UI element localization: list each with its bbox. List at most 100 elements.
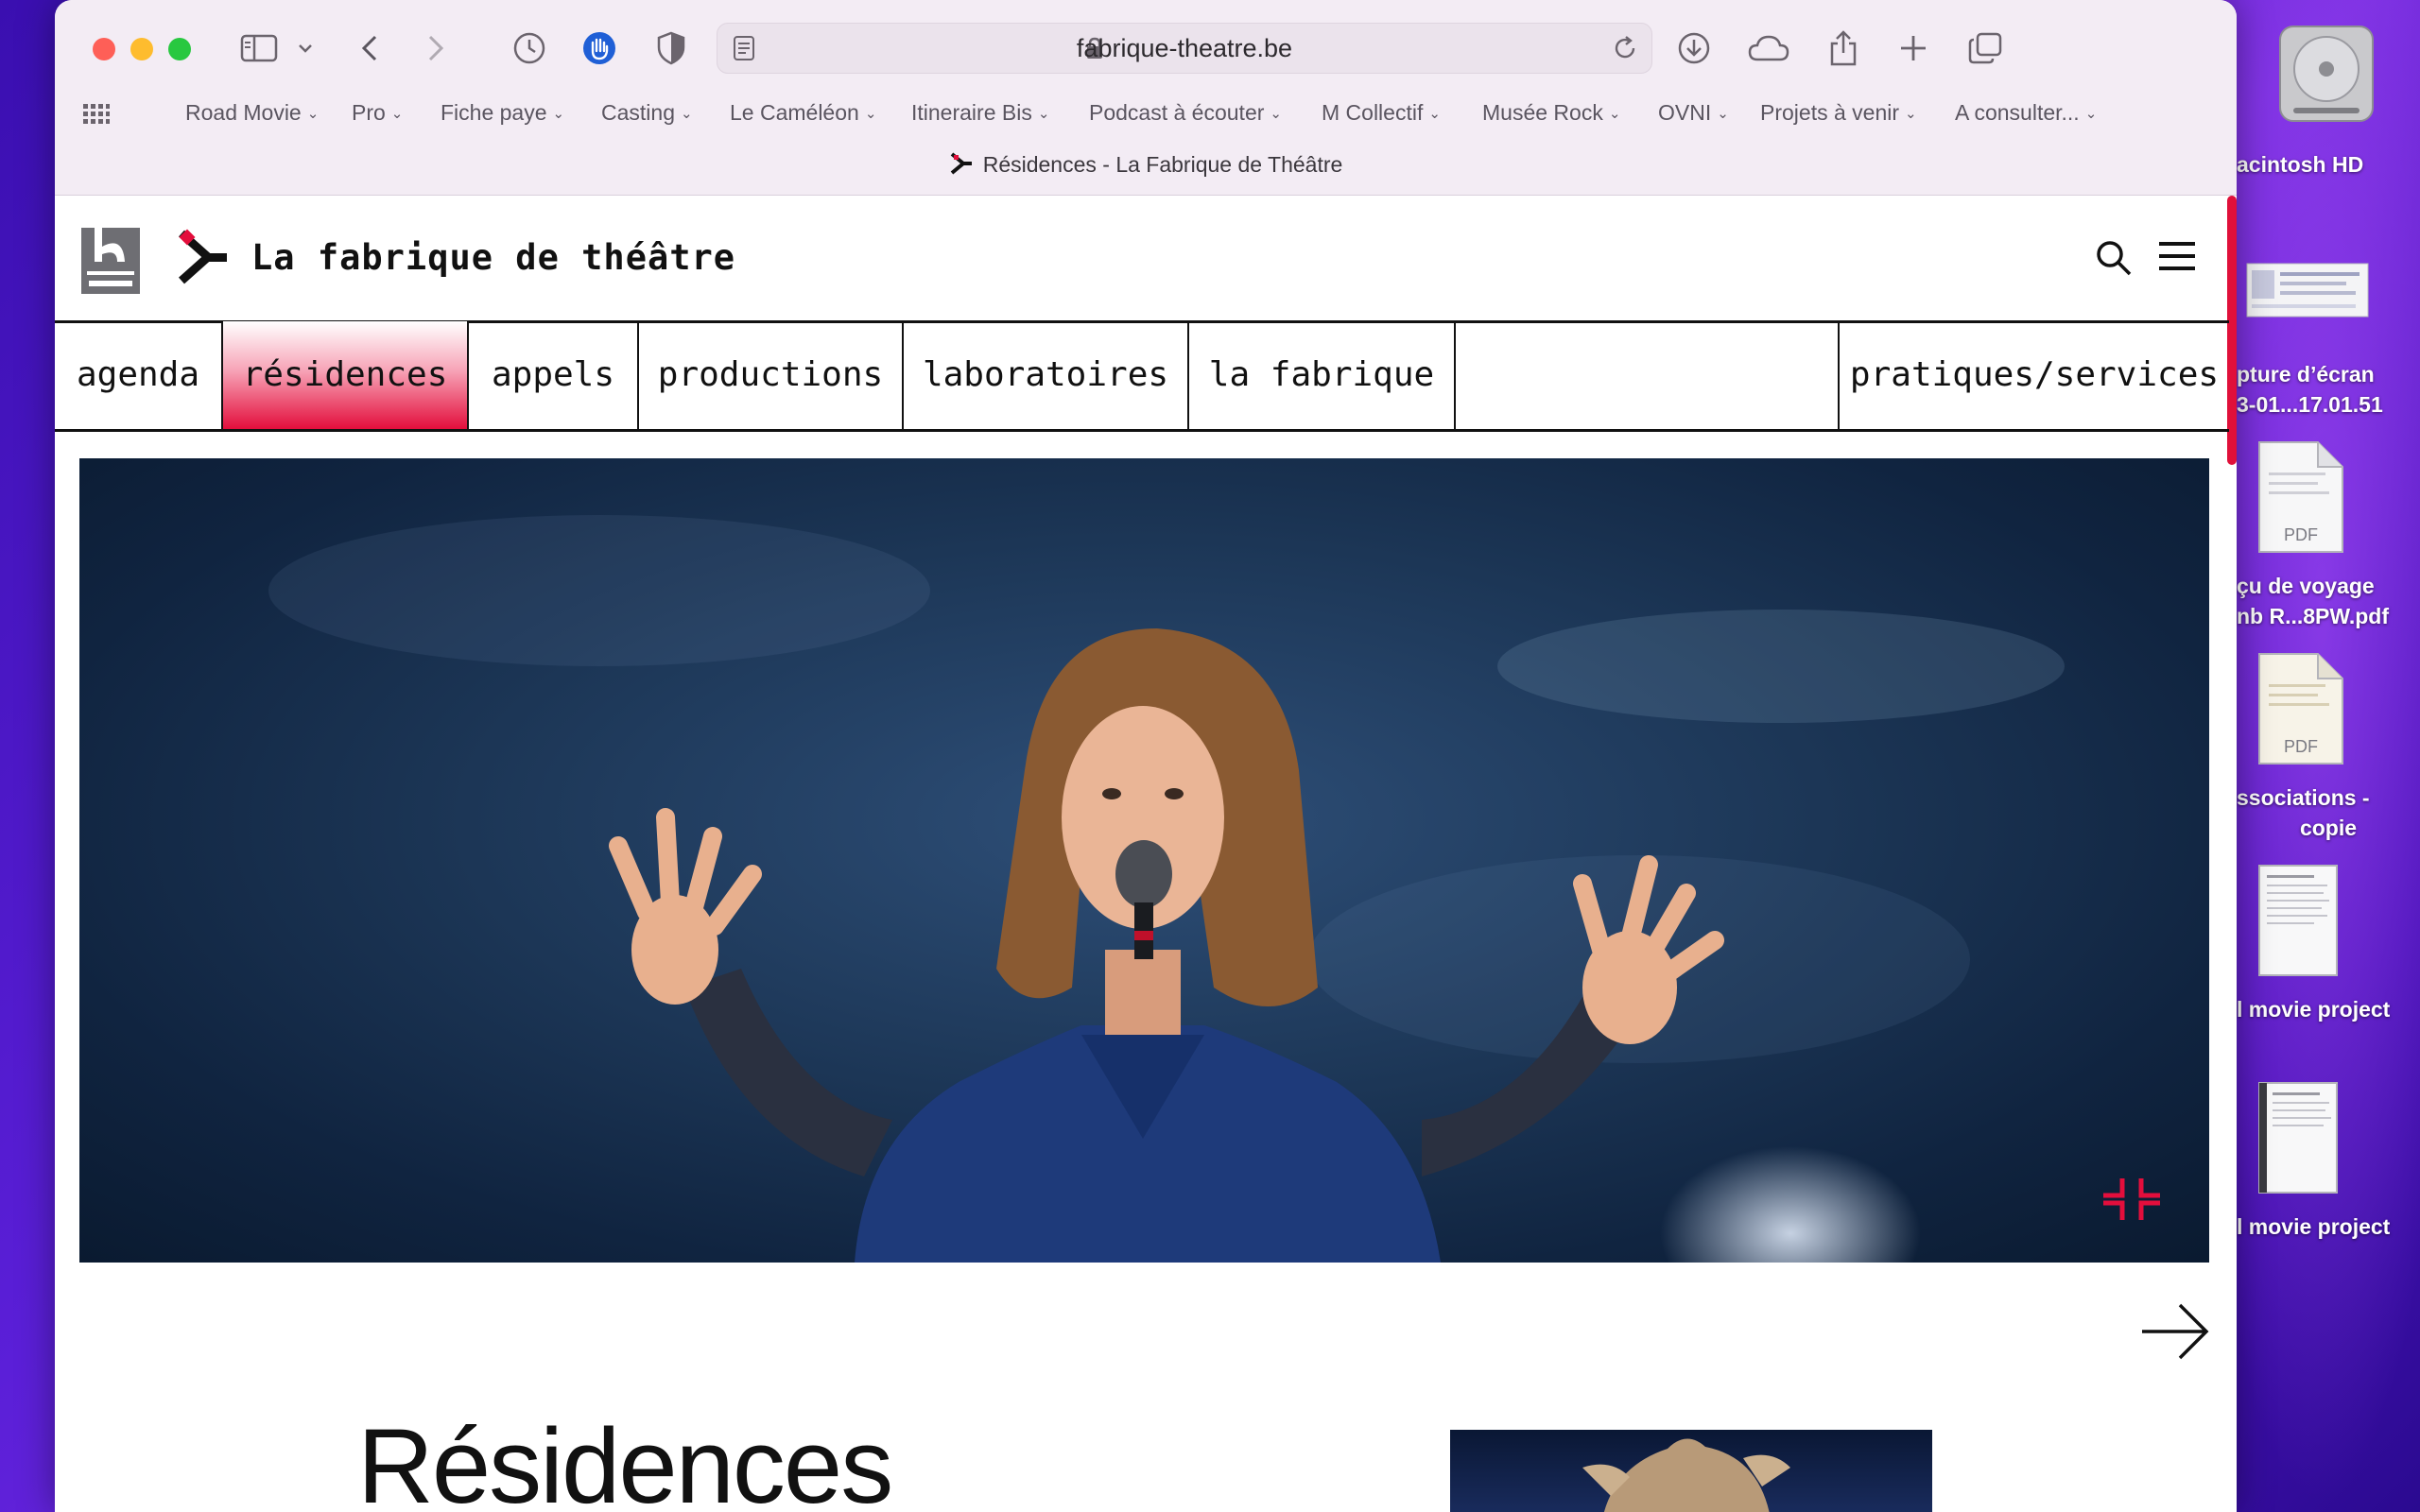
nav-la-fabrique[interactable]: la fabrique bbox=[1189, 321, 1456, 429]
sculpture-image bbox=[1582, 1438, 1790, 1512]
arrow-right-icon[interactable] bbox=[2140, 1301, 2210, 1366]
document-file-icon bbox=[2258, 1082, 2338, 1194]
tabs-icon[interactable] bbox=[1966, 25, 2004, 72]
site-header: La fabrique de théâtre bbox=[55, 196, 2229, 323]
desktop-document-file[interactable]: l movie project bbox=[2237, 1081, 2420, 1242]
back-icon[interactable] bbox=[355, 25, 384, 72]
nav-pratiques-services[interactable]: pratiques/services bbox=[1840, 321, 2229, 429]
chevron-down-icon: ⌄ bbox=[1717, 105, 1729, 122]
main-nav: agenda résidences appels productions lab… bbox=[55, 321, 2229, 432]
cloud-icon[interactable] bbox=[1747, 25, 1790, 72]
bookmark-folder[interactable]: Itineraire Bis ⌄ bbox=[911, 100, 1049, 126]
performer-figure bbox=[609, 628, 1724, 1263]
bookmarks-bar: Road Movie ⌄ Pro ⌄ Fiche paye ⌄ Casting ⌄ Le… bbox=[55, 94, 2237, 134]
close-window-button[interactable] bbox=[93, 38, 115, 60]
desktop-label: copie bbox=[2299, 816, 2358, 840]
chevron-down-icon[interactable] bbox=[295, 25, 316, 72]
desktop-pdf-file[interactable]: PDF çu de voyage nb R...8PW.pdf bbox=[2237, 440, 2420, 629]
nav-appels[interactable]: appels bbox=[469, 321, 639, 429]
bookmark-folder[interactable]: Projets à venir ⌄ bbox=[1760, 100, 1917, 126]
desktop-label: l movie project bbox=[2237, 1214, 2391, 1239]
bookmark-label: M Collectif bbox=[1322, 100, 1424, 125]
browser-toolbar: fabrique-theatre.be Road Movie ⌄ Pro ⌄ F… bbox=[55, 0, 2237, 196]
province-logo[interactable] bbox=[81, 218, 140, 294]
menu-icon[interactable] bbox=[2159, 239, 2195, 278]
forward-icon[interactable] bbox=[422, 25, 450, 72]
screenshot-thumbnail-icon bbox=[2246, 263, 2369, 318]
desktop-label: çu de voyage bbox=[2237, 574, 2375, 598]
site-favicon-icon bbox=[949, 151, 974, 181]
web-page: La fabrique de théâtre agenda résidences… bbox=[55, 196, 2237, 1512]
bookmark-folder[interactable]: Pro ⌄ bbox=[352, 100, 403, 126]
pdf-badge: PDF bbox=[2284, 525, 2318, 544]
bookmark-label: A consulter... bbox=[1955, 100, 2080, 125]
bookmark-folder[interactable]: Le Caméléon ⌄ bbox=[730, 100, 876, 126]
nav-agenda[interactable]: agenda bbox=[55, 321, 223, 429]
minimize-window-button[interactable] bbox=[130, 38, 153, 60]
site-name[interactable]: La fabrique de théâtre bbox=[251, 237, 735, 278]
bookmark-label: Fiche paye bbox=[441, 100, 547, 125]
site-logo-icon[interactable] bbox=[176, 228, 229, 291]
search-icon[interactable] bbox=[2095, 239, 2133, 282]
desktop-label: nb R...8PW.pdf bbox=[2237, 604, 2389, 628]
plus-icon[interactable] bbox=[1898, 25, 1928, 72]
desktop-document-file[interactable]: l movie project bbox=[2237, 864, 2420, 1024]
nav-laboratoires[interactable]: laboratoires bbox=[904, 321, 1189, 429]
chevron-down-icon: ⌄ bbox=[680, 105, 693, 122]
bookmark-folder[interactable]: M Collectif ⌄ bbox=[1322, 100, 1441, 126]
chevron-down-icon: ⌄ bbox=[306, 105, 320, 122]
active-tab[interactable]: Résidences - La Fabrique de Théâtre bbox=[55, 151, 2237, 181]
bookmark-folder[interactable]: OVNI ⌄ bbox=[1658, 100, 1729, 126]
privacy-icon[interactable] bbox=[580, 25, 618, 72]
bookmark-label: Itineraire Bis bbox=[911, 100, 1032, 125]
nav-spacer bbox=[1456, 321, 1840, 429]
nav-productions[interactable]: productions bbox=[639, 321, 904, 429]
nav-residences[interactable]: résidences bbox=[223, 321, 469, 429]
document-file-icon bbox=[2258, 865, 2338, 976]
fullscreen-exit-icon[interactable] bbox=[2101, 1177, 2162, 1227]
reload-icon[interactable] bbox=[1612, 35, 1638, 66]
desktop-label: 3-01...17.01.51 bbox=[2237, 392, 2383, 417]
tab-title: Résidences - La Fabrique de Théâtre bbox=[982, 152, 1343, 178]
chevron-down-icon: ⌄ bbox=[1608, 105, 1621, 122]
chevron-down-icon: ⌄ bbox=[552, 105, 565, 122]
bookmark-label: OVNI bbox=[1658, 100, 1712, 125]
bookmark-folder[interactable]: Casting ⌄ bbox=[601, 100, 693, 126]
bookmark-label: Casting bbox=[601, 100, 675, 125]
bookmark-folder[interactable]: Road Movie ⌄ bbox=[185, 100, 319, 126]
zoom-window-button[interactable] bbox=[168, 38, 191, 60]
sidebar-icon[interactable] bbox=[238, 25, 280, 72]
hero-photo[interactable] bbox=[79, 458, 2209, 1263]
history-icon[interactable] bbox=[510, 25, 548, 72]
chevron-down-icon: ⌄ bbox=[1905, 105, 1917, 122]
bookmark-label: Podcast à écouter bbox=[1089, 100, 1265, 125]
desktop-label: l movie project bbox=[2237, 997, 2391, 1022]
desktop-pdf-file[interactable]: PDF ssociations - copie bbox=[2237, 652, 2420, 841]
desktop-label: ssociations - bbox=[2237, 785, 2370, 810]
share-icon[interactable] bbox=[1826, 25, 1860, 72]
chevron-down-icon: ⌄ bbox=[390, 105, 404, 122]
chevron-down-icon: ⌄ bbox=[1428, 105, 1441, 122]
bookmark-label: Le Caméléon bbox=[730, 100, 859, 125]
browser-window: fabrique-theatre.be Road Movie ⌄ Pro ⌄ F… bbox=[55, 0, 2237, 1512]
chevron-down-icon: ⌄ bbox=[864, 105, 877, 122]
chevron-down-icon: ⌄ bbox=[1037, 105, 1050, 122]
apps-grid-icon[interactable] bbox=[83, 104, 110, 129]
address-bar[interactable]: fabrique-theatre.be bbox=[717, 23, 1652, 74]
bookmark-label: Musée Rock bbox=[1482, 100, 1603, 125]
bookmark-folder[interactable]: A consulter... ⌄ bbox=[1955, 100, 2097, 126]
download-icon[interactable] bbox=[1675, 25, 1713, 72]
desktop-label: acintosh HD bbox=[2237, 152, 2364, 177]
bookmark-label: Pro bbox=[352, 100, 386, 125]
bookmark-folder[interactable]: Musée Rock ⌄ bbox=[1482, 100, 1620, 126]
chevron-down-icon: ⌄ bbox=[2084, 105, 2098, 122]
chevron-down-icon: ⌄ bbox=[1270, 105, 1282, 122]
shield-icon[interactable] bbox=[654, 25, 688, 72]
hard-disk-icon bbox=[2279, 26, 2374, 122]
residence-thumbnail[interactable] bbox=[1450, 1430, 1932, 1512]
desktop-label: pture d’écran bbox=[2237, 362, 2375, 387]
bookmark-folder[interactable]: Podcast à écouter ⌄ bbox=[1089, 100, 1282, 126]
bookmark-folder[interactable]: Fiche paye ⌄ bbox=[441, 100, 564, 126]
desktop-disk-icon[interactable]: acintosh HD bbox=[2237, 17, 2420, 178]
desktop-screenshot-file[interactable]: pture d’écran 3-01...17.01.51 bbox=[2237, 255, 2420, 417]
